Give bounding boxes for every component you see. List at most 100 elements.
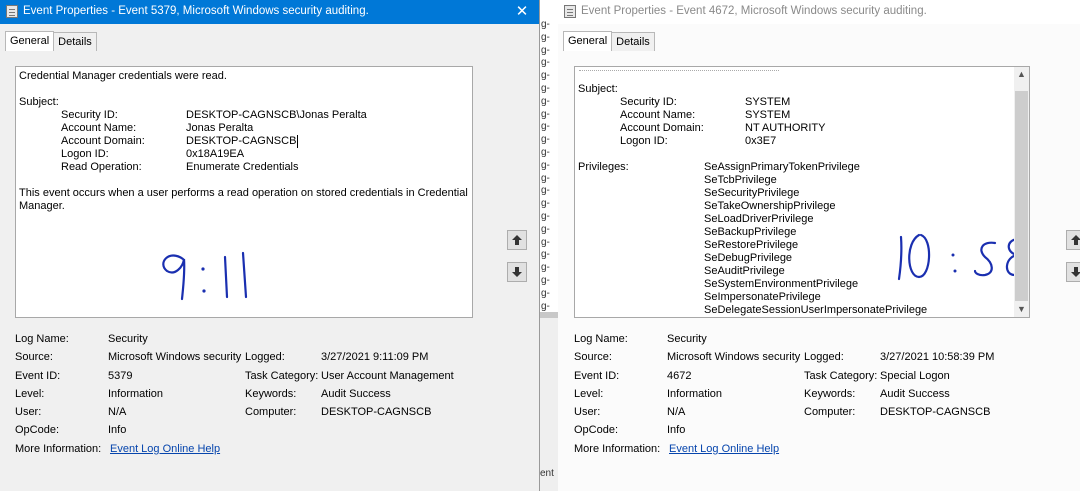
description-paragraph-line-1: This event occurs when a user performs a… <box>19 187 468 199</box>
row-value: DESKTOP-CAGNSCB <box>186 135 299 148</box>
arrow-up-icon <box>512 235 522 245</box>
privilege-item: SeTcbPrivilege <box>704 174 777 186</box>
keywords-label: Keywords: <box>245 388 297 400</box>
chevron-down-icon[interactable]: ▼ <box>1014 302 1029 317</box>
row-value: SYSTEM <box>745 109 791 121</box>
strip-glyph: g- <box>541 211 550 222</box>
source-label: Source: <box>574 351 612 363</box>
strip-glyph: g- <box>541 108 550 120</box>
strip-glyph: g- <box>541 70 550 82</box>
title-bar[interactable]: Event Properties - Event 5379, Microsoft… <box>0 0 539 24</box>
strip-glyph: g- <box>541 134 550 146</box>
logged-value: 3/27/2021 9:11:09 PM <box>321 351 429 363</box>
event-id-value: 4672 <box>667 370 692 382</box>
close-icon[interactable]: ✕ <box>511 2 533 20</box>
next-event-button[interactable] <box>1066 262 1080 282</box>
strip-glyph: g- <box>541 262 550 274</box>
strip-glyph: g- <box>541 185 550 197</box>
next-event-button[interactable] <box>507 262 527 282</box>
more-information-label: More Information: <box>574 443 661 455</box>
source-label: Source: <box>15 351 53 363</box>
row-value: SYSTEM <box>745 96 791 108</box>
tab-details[interactable]: Details <box>53 32 97 51</box>
strip-glyph: g- <box>541 198 550 210</box>
strip-glyph: g- <box>541 159 550 171</box>
strip-gray-area <box>540 318 559 491</box>
row-value: 0x3E7 <box>745 135 777 147</box>
strip-glyph: g- <box>541 147 550 158</box>
event-log-online-help-link[interactable]: Event Log Online Help <box>669 443 779 456</box>
level-label: Level: <box>574 388 604 400</box>
row-label: Account Domain: <box>620 122 704 134</box>
computer-value: DESKTOP-CAGNSCB <box>321 406 432 418</box>
strip-glyph: g- <box>541 57 550 69</box>
privilege-item: SeTakeOwnershipPrivilege <box>704 200 836 212</box>
row-label: Account Name: <box>61 122 137 134</box>
strip-glyph: g- <box>541 236 550 248</box>
privilege-item: SeAuditPrivilege <box>704 265 785 277</box>
user-value: N/A <box>667 406 686 418</box>
strip-glyph: g- <box>541 44 550 56</box>
event-properties-window-4672: Event Properties - Event 4672, Microsoft… <box>558 0 1080 491</box>
task-category-value: User Account Management <box>321 370 454 382</box>
event-log-online-help-link[interactable]: Event Log Online Help <box>110 443 220 456</box>
handwritten-time-annotation <box>162 251 248 301</box>
privilege-item: SeSecurityPrivilege <box>704 187 800 199</box>
tab-details[interactable]: Details <box>611 32 655 51</box>
row-value: DESKTOP-CAGNSCB\Jonas Peralta <box>186 109 367 121</box>
row-label: Read Operation: <box>61 161 142 173</box>
log-name-value: Security <box>667 333 707 345</box>
logged-value: 3/27/2021 10:58:39 PM <box>880 351 995 363</box>
source-value: Microsoft Windows security <box>108 351 242 363</box>
log-name-value: Security <box>108 333 148 345</box>
privilege-item: SeRestorePrivilege <box>704 239 799 251</box>
log-name-label: Log Name: <box>574 333 628 345</box>
keywords-label: Keywords: <box>804 388 856 400</box>
previous-event-button[interactable] <box>507 230 527 250</box>
source-value: Microsoft Windows security <box>667 351 801 363</box>
tab-general[interactable]: General <box>5 31 55 51</box>
event-id-label: Event ID: <box>574 370 620 382</box>
more-information-label: More Information: <box>15 443 102 455</box>
keywords-value: Audit Success <box>880 388 950 400</box>
row-label: Security ID: <box>620 96 677 108</box>
level-label: Level: <box>15 388 45 400</box>
tab-strip: General Details <box>5 31 97 51</box>
tab-strip: General Details <box>563 31 655 51</box>
description-scrollbar[interactable]: ▲ ▼ <box>1014 67 1029 317</box>
event-properties-icon <box>6 5 18 18</box>
opcode-label: OpCode: <box>15 424 60 436</box>
event-description-box[interactable]: Credential Manager credentials were read… <box>15 66 473 318</box>
opcode-label: OpCode: <box>574 424 619 436</box>
title-bar[interactable]: Event Properties - Event 4672, Microsoft… <box>558 0 1080 24</box>
strip-glyph: g- <box>541 223 550 235</box>
chevron-up-icon[interactable]: ▲ <box>1014 67 1029 82</box>
row-label: Security ID: <box>61 109 118 121</box>
user-label: User: <box>574 406 601 418</box>
strip-glyph: g- <box>541 249 550 261</box>
privilege-item: SeLoadDriverPrivilege <box>704 213 814 225</box>
background-window-strip: g-g-g-g-g-g-g-g-g-g-g-g-g-g-g-g-g-g-g-g-… <box>539 0 559 491</box>
strip-glyph: g- <box>541 275 550 286</box>
tab-general[interactable]: General <box>563 31 613 51</box>
computer-label: Computer: <box>245 406 297 418</box>
strip-glyph: g- <box>541 172 550 184</box>
task-category-value: Special Logon <box>880 370 950 382</box>
previous-event-button[interactable] <box>1066 230 1080 250</box>
window-title: Event Properties - Event 5379, Microsoft… <box>23 5 369 17</box>
privilege-item: SeDebugPrivilege <box>704 252 793 264</box>
level-value: Information <box>667 388 723 400</box>
event-properties-window-5379: Event Properties - Event 5379, Microsoft… <box>0 0 539 491</box>
privilege-item: SeImpersonatePrivilege <box>704 291 821 303</box>
description-first-line: Credential Manager credentials were read… <box>19 70 227 82</box>
clipped-text-line <box>579 67 779 71</box>
subject-label: Subject: <box>19 96 59 108</box>
strip-glyph: g- <box>541 300 550 312</box>
event-description-box[interactable]: Subject: Security ID: SYSTEM Account Nam… <box>574 66 1030 318</box>
strip-glyph: g- <box>541 95 550 107</box>
scrollbar-thumb[interactable] <box>1015 91 1028 301</box>
arrow-down-icon <box>512 267 522 277</box>
row-label: Logon ID: <box>61 148 109 160</box>
task-category-label: Task Category: <box>245 370 319 382</box>
privileges-label: Privileges: <box>578 161 629 173</box>
